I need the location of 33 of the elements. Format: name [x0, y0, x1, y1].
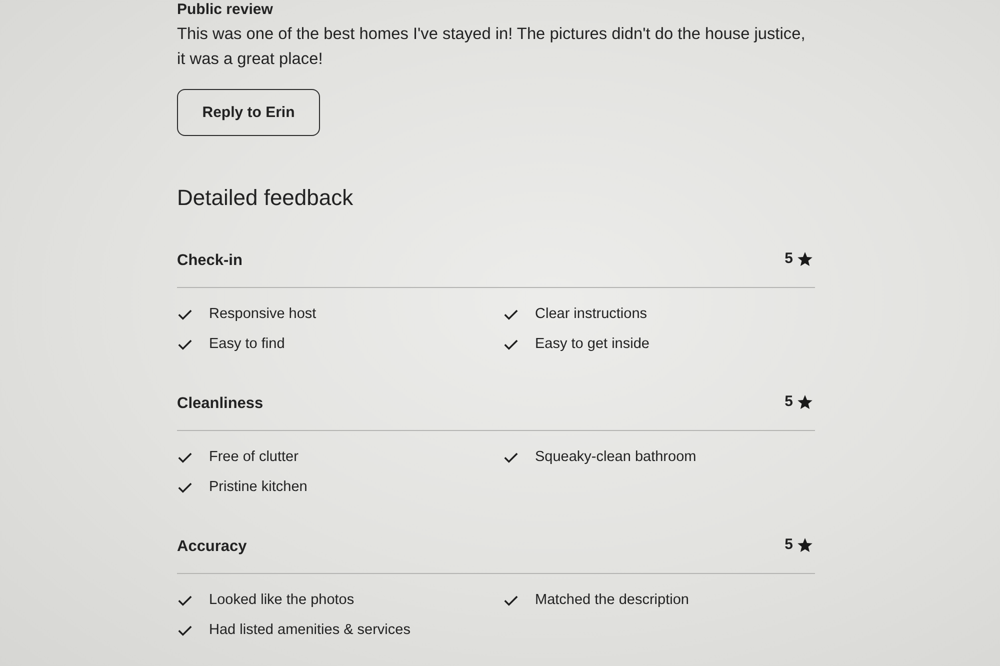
feedback-tag: Matched the description — [535, 590, 689, 610]
reply-button[interactable]: Reply to Erin — [177, 89, 320, 136]
feedback-tag: Pristine kitchen — [209, 477, 308, 497]
feedback-tag: Had listed amenities & services — [209, 620, 410, 640]
check-icon — [504, 594, 518, 606]
category-title: Accuracy — [177, 537, 247, 557]
rating-score: 5 — [784, 250, 793, 268]
check-icon — [504, 452, 518, 462]
check-icon — [178, 338, 192, 350]
check-icon — [504, 308, 518, 320]
feedback-tag: Easy to find — [209, 334, 285, 354]
check-icon — [504, 338, 518, 350]
star-icon — [797, 538, 813, 552]
feedback-tag: Free of clutter — [209, 447, 298, 467]
feedback-tag: Looked like the photos — [209, 590, 354, 610]
feedback-tag: Clear instructions — [535, 304, 648, 324]
rating-score: 5 — [784, 536, 793, 554]
feedback-heading: Detailed feedback — [177, 185, 354, 211]
check-icon — [178, 482, 192, 492]
feedback-tag: Squeaky-clean bathroom — [535, 447, 696, 467]
category-title: Cleanliness — [177, 394, 264, 414]
check-icon — [178, 308, 192, 320]
feedback-tag: Easy to get inside — [535, 334, 650, 354]
rating-score: 5 — [784, 393, 793, 411]
category-title: Check-in — [177, 251, 242, 271]
section-heading: Public review — [177, 1, 273, 19]
star-icon — [797, 252, 813, 266]
check-icon — [178, 594, 192, 606]
star-icon — [797, 394, 813, 410]
review-text: This was one of the best homes I've stayed in! The pictures didn't do the house justice, it was a great place! — [177, 24, 806, 70]
check-icon — [178, 624, 192, 636]
check-icon — [178, 452, 192, 462]
feedback-tag: Responsive host — [209, 304, 316, 324]
